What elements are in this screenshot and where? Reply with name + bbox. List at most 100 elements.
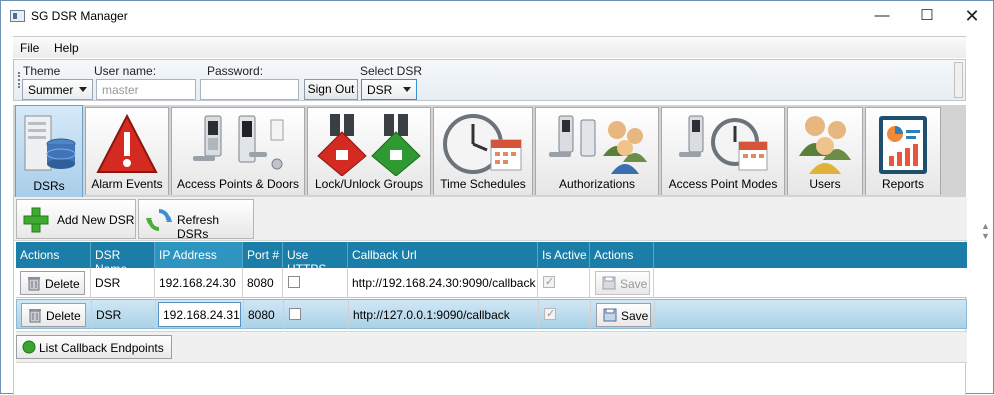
tab-lock-unlock-groups[interactable]: Lock/Unlock Groups xyxy=(307,107,431,195)
tab-access-points-doors[interactable]: Access Points & Doors xyxy=(171,107,305,195)
column-header[interactable]: DSR Name xyxy=(91,242,155,276)
tab-label: Authorizations xyxy=(558,177,636,191)
warning-icon xyxy=(96,113,158,173)
callback-url-cell[interactable]: http://192.168.24.30:9090/callback xyxy=(348,268,538,298)
column-header[interactable]: Callback Url xyxy=(348,242,538,268)
use-https-checkbox[interactable] xyxy=(289,308,301,320)
theme-label: Theme xyxy=(23,64,61,78)
toolbar-scrollbar[interactable] xyxy=(954,62,963,98)
ip-address-cell: 192.168.24.31 xyxy=(156,300,244,330)
minimize-button[interactable]: — xyxy=(859,1,905,31)
title-bar: SG DSR Manager — ☐ ✕ xyxy=(1,1,993,31)
table-row[interactable]: Delete DSR 192.168.24.31 8080 http://127… xyxy=(16,299,967,330)
tab-users[interactable]: Users xyxy=(787,107,863,195)
maximize-button[interactable]: ☐ xyxy=(904,1,950,31)
save-button[interactable]: Save xyxy=(595,271,650,295)
tab-label: Time Schedules xyxy=(440,177,526,191)
right-scroll-arrows[interactable]: ▲ ▼ xyxy=(981,221,993,251)
tab-label: DSRs xyxy=(33,179,65,193)
save-label: Save xyxy=(621,309,649,323)
delete-button[interactable]: Delete xyxy=(20,271,85,295)
is-active-checkbox[interactable]: ✓ xyxy=(544,308,556,320)
is-active-checkbox[interactable]: ✓ xyxy=(543,276,555,288)
menu-help[interactable]: Help xyxy=(54,41,79,55)
sign-out-button[interactable]: Sign Out xyxy=(304,79,358,100)
tab-label: Access Point Modes xyxy=(668,177,778,191)
username-input[interactable]: master xyxy=(96,79,196,100)
module-tabs: DSRs Alarm Events Access Points & Doors … xyxy=(13,105,966,197)
trash-icon xyxy=(28,277,40,291)
tab-label: Lock/Unlock Groups xyxy=(314,177,424,191)
password-label: Password: xyxy=(207,64,264,78)
dsr-select[interactable]: DSR xyxy=(361,79,417,100)
column-header[interactable]: Port # xyxy=(243,242,283,268)
tab-label: Users xyxy=(809,177,841,191)
column-header[interactable]: Actions xyxy=(590,242,654,268)
chevron-down-icon xyxy=(403,87,411,92)
plus-icon xyxy=(23,207,49,233)
ip-address-cell[interactable]: 192.168.24.30 xyxy=(155,268,243,298)
tab-label: Alarm Events xyxy=(91,177,163,191)
add-new-dsr-button[interactable]: Add New DSR xyxy=(16,199,136,239)
port-cell[interactable]: 8080 xyxy=(244,300,284,330)
column-header[interactable]: Actions xyxy=(16,242,91,268)
save-icon xyxy=(602,276,616,290)
menu-file[interactable]: File xyxy=(20,41,39,55)
tab-alarm-events[interactable]: Alarm Events xyxy=(85,107,169,195)
tab-reports[interactable]: Reports xyxy=(865,107,941,195)
lock-users-icon xyxy=(549,115,647,174)
ip-address-input[interactable]: 192.168.24.31 xyxy=(158,302,241,327)
tab-dsrs[interactable]: DSRs xyxy=(15,105,83,197)
use-https-checkbox[interactable] xyxy=(288,276,300,288)
list-callback-endpoints-button[interactable]: List Callback Endpoints xyxy=(16,335,172,359)
dsr-panel: Add New DSR Refresh DSRs Actions DSR Nam… xyxy=(13,197,967,395)
dsr-select-value: DSR xyxy=(367,83,393,97)
callback-url-cell[interactable]: http://127.0.0.1:9090/callback xyxy=(349,300,539,330)
list-callback-endpoints-label: List Callback Endpoints xyxy=(39,341,164,355)
tab-access-point-modes[interactable]: Access Point Modes xyxy=(661,107,785,195)
dsr-actions-toolbar: Add New DSR Refresh DSRs xyxy=(14,197,967,241)
column-header[interactable]: IP Address xyxy=(155,242,243,268)
theme-select[interactable]: Summer xyxy=(22,79,93,100)
column-header[interactable]: Use HTTPS xyxy=(283,242,348,276)
theme-value: Summer xyxy=(28,83,74,97)
save-label: Save xyxy=(620,277,648,291)
tab-label: Reports xyxy=(881,177,925,191)
save-button[interactable]: Save xyxy=(596,303,651,327)
toolbar-grip[interactable] xyxy=(18,72,20,88)
refresh-dsrs-button[interactable]: Refresh DSRs xyxy=(138,199,254,241)
delete-button[interactable]: Delete xyxy=(21,303,86,327)
report-icon xyxy=(879,116,927,174)
username-label: User name: xyxy=(94,64,157,78)
clock-calendar-icon xyxy=(443,114,522,174)
column-header[interactable]: Is Active xyxy=(538,242,590,268)
is-active-cell: ✓ xyxy=(538,268,590,298)
port-cell[interactable]: 8080 xyxy=(243,268,283,298)
menu-bar: File Help xyxy=(13,36,966,58)
tab-label: Access Points & Doors xyxy=(176,177,300,191)
table-row[interactable]: Delete DSR 192.168.24.30 8080 http://192… xyxy=(16,268,967,298)
grid-header: Actions DSR Name IP Address Port # Use H… xyxy=(16,242,967,276)
app-window: SG DSR Manager — ☐ ✕ File Help Theme Sum… xyxy=(0,0,994,395)
green-circle-icon xyxy=(22,340,36,354)
password-input[interactable] xyxy=(200,79,299,100)
check-icon: ✓ xyxy=(545,276,555,288)
refresh-dsrs-label: Refresh DSRs xyxy=(177,213,220,241)
grid-footer: List Callback Endpoints xyxy=(16,331,967,363)
tab-authorizations[interactable]: Authorizations xyxy=(535,107,659,195)
select-dsr-label: Select DSR xyxy=(360,64,423,78)
actions-cell: Delete xyxy=(16,268,91,298)
dsr-name-cell: DSR xyxy=(92,300,156,330)
tab-time-schedules[interactable]: Time Schedules xyxy=(433,107,533,195)
lock-groups-icon xyxy=(317,114,421,176)
app-icon xyxy=(10,10,25,22)
dsr-name-cell: DSR xyxy=(91,268,155,298)
users-icon xyxy=(799,116,851,174)
use-https-cell xyxy=(283,268,348,298)
login-toolbar: Theme Summer User name: master Password:… xyxy=(13,59,966,101)
add-new-dsr-label: Add New DSR xyxy=(57,213,135,227)
refresh-icon xyxy=(146,209,172,231)
use-https-cell xyxy=(284,300,349,330)
trash-icon xyxy=(29,309,41,323)
close-button[interactable]: ✕ xyxy=(949,1,994,31)
